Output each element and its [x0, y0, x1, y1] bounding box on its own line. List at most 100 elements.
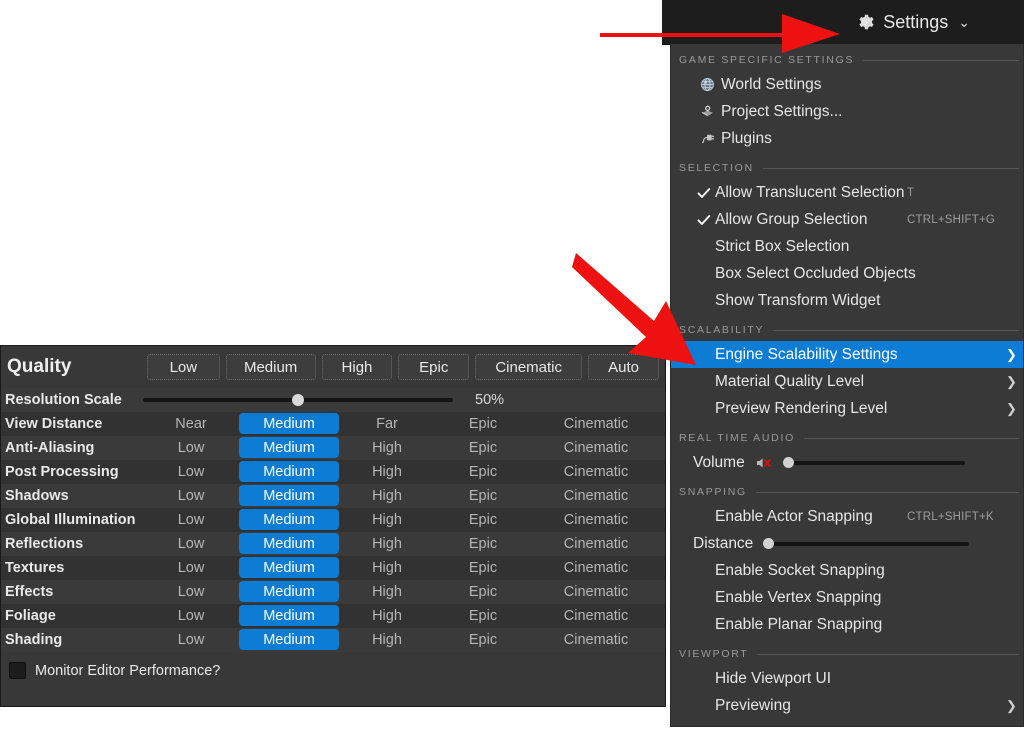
menu-item-enable-vertex-snapping[interactable]: Enable Vertex Snapping [671, 584, 1023, 611]
quality-row-label: Reflections [5, 535, 84, 552]
quality-option[interactable]: Medium [239, 533, 339, 555]
quality-option[interactable]: Medium [239, 509, 339, 531]
preset-button-cinematic[interactable]: Cinematic [475, 354, 583, 380]
quality-option[interactable]: Medium [239, 605, 339, 627]
quality-option[interactable]: Medium [239, 485, 339, 507]
quality-option[interactable]: Low [143, 485, 239, 506]
menu-item-material-quality-level[interactable]: Material Quality Level ❯ [671, 368, 1023, 395]
quality-option[interactable]: High [339, 485, 435, 506]
quality-option[interactable]: High [339, 581, 435, 602]
menu-item-project-settings[interactable]: Project Settings... [671, 98, 1023, 125]
quality-row: Textures Low Medium High Epic Cinematic [1, 556, 665, 580]
quality-option[interactable]: Epic [435, 581, 531, 602]
chevron-down-icon: ⌄ [958, 13, 970, 30]
quality-option[interactable]: High [339, 533, 435, 554]
quality-option[interactable]: Epic [435, 605, 531, 626]
quality-option[interactable]: Medium [239, 461, 339, 483]
quality-option[interactable]: Low [143, 557, 239, 578]
quality-option[interactable]: Cinematic [531, 509, 661, 530]
quality-option[interactable]: Epic [435, 413, 531, 434]
preset-button-high[interactable]: High [321, 354, 393, 380]
section-divider [773, 329, 1019, 331]
resolution-scale-slider[interactable] [143, 393, 453, 406]
quality-option[interactable]: High [339, 509, 435, 530]
quality-option[interactable]: High [339, 605, 435, 626]
quality-option[interactable]: Cinematic [531, 605, 661, 626]
quality-option[interactable]: Cinematic [531, 581, 661, 602]
quality-option[interactable]: Low [143, 437, 239, 458]
section-label: SNAPPING [679, 486, 747, 498]
quality-option[interactable]: Low [143, 461, 239, 482]
menu-item-enable-socket-snapping[interactable]: Enable Socket Snapping [671, 557, 1023, 584]
quality-option[interactable]: Epic [435, 629, 531, 650]
menu-item-previewing[interactable]: Previewing ❯ [671, 692, 1023, 719]
menu-item-box-select-occluded-objects[interactable]: Box Select Occluded Objects [671, 260, 1023, 287]
resolution-scale-label: Resolution Scale [5, 391, 122, 408]
quality-option[interactable]: Cinematic [531, 533, 661, 554]
monitor-editor-performance-checkbox[interactable] [9, 662, 26, 679]
menu-item-hide-viewport-ui[interactable]: Hide Viewport UI [671, 665, 1023, 692]
menu-item-allow-group-selection[interactable]: Allow Group Selection CTRL+SHIFT+G [671, 206, 1023, 233]
menu-item-strict-box-selection[interactable]: Strict Box Selection [671, 233, 1023, 260]
quality-option[interactable]: Cinematic [531, 461, 661, 482]
menu-item-enable-actor-snapping[interactable]: Enable Actor Snapping CTRL+SHIFT+K [671, 503, 1023, 530]
menu-item-label: Previewing [715, 696, 791, 714]
preset-button-auto[interactable]: Auto [588, 354, 659, 380]
quality-rows-container: View Distance Near Medium Far Epic Cinematic A… [1, 412, 665, 652]
menu-item-show-transform-widget[interactable]: Show Transform Widget [671, 287, 1023, 314]
quality-option[interactable]: High [339, 629, 435, 650]
quality-option[interactable]: High [339, 461, 435, 482]
menu-item-allow-translucent-selection[interactable]: Allow Translucent Selection T [671, 179, 1023, 206]
quality-option[interactable]: Epic [435, 557, 531, 578]
quality-option[interactable]: Medium [239, 629, 339, 651]
quality-option[interactable]: Medium [239, 413, 339, 435]
preset-button-epic[interactable]: Epic [398, 354, 470, 380]
quality-option[interactable]: Medium [239, 557, 339, 579]
submenu-arrow-icon: ❯ [1006, 374, 1017, 389]
quality-option[interactable]: Near [143, 413, 239, 434]
settings-button[interactable]: Settings ⌄ [849, 6, 976, 38]
menu-item-preview-rendering-level[interactable]: Preview Rendering Level ❯ [671, 395, 1023, 422]
section-divider [803, 437, 1019, 439]
quality-option[interactable]: Low [143, 605, 239, 626]
quality-option[interactable]: Low [143, 533, 239, 554]
quality-option[interactable]: Low [143, 509, 239, 530]
quality-option[interactable]: Cinematic [531, 437, 661, 458]
quality-option[interactable]: Cinematic [531, 485, 661, 506]
menu-item-enable-planar-snapping[interactable]: Enable Planar Snapping [671, 611, 1023, 638]
quality-option[interactable]: Cinematic [531, 629, 661, 650]
checkmark-icon [693, 185, 715, 201]
quality-option[interactable]: High [339, 557, 435, 578]
quality-option[interactable]: Medium [239, 437, 339, 459]
submenu-arrow-icon: ❯ [1006, 698, 1017, 713]
quality-option[interactable]: Medium [239, 581, 339, 603]
menu-item-label: Material Quality Level [715, 372, 865, 390]
menu-item-world-settings[interactable]: World Settings [671, 71, 1023, 98]
quality-row-label: Shading [5, 631, 63, 648]
resolution-scale-slider-knob[interactable] [292, 393, 304, 406]
quality-option[interactable]: Epic [435, 533, 531, 554]
quality-option[interactable]: Cinematic [531, 413, 661, 434]
quality-option[interactable]: Epic [435, 509, 531, 530]
quality-row-label: Effects [5, 583, 54, 600]
quality-option[interactable]: Cinematic [531, 557, 661, 578]
quality-option[interactable]: Low [143, 629, 239, 650]
volume-slider-knob[interactable] [782, 457, 794, 468]
quality-option[interactable]: Low [143, 581, 239, 602]
menu-item-label: Hide Viewport UI [715, 669, 832, 687]
quality-option[interactable]: Epic [435, 485, 531, 506]
quality-option[interactable]: Far [339, 413, 435, 434]
volume-slider[interactable] [782, 457, 965, 468]
menu-item-plugins[interactable]: Plugins [671, 125, 1023, 152]
menu-item-engine-scalability-settings[interactable]: Engine Scalability Settings ❯ [671, 341, 1023, 368]
quality-row: Foliage Low Medium High Epic Cinematic [1, 604, 665, 628]
preset-button-low[interactable]: Low [147, 354, 220, 380]
distance-slider-knob[interactable] [763, 538, 775, 549]
section-header-snapping: SNAPPING [671, 481, 1023, 503]
distance-slider[interactable] [763, 538, 970, 549]
quality-option[interactable]: High [339, 437, 435, 458]
quality-option[interactable]: Epic [435, 461, 531, 482]
quality-option[interactable]: Epic [435, 437, 531, 458]
speaker-muted-icon[interactable] [755, 455, 773, 471]
preset-button-medium[interactable]: Medium [225, 354, 316, 380]
